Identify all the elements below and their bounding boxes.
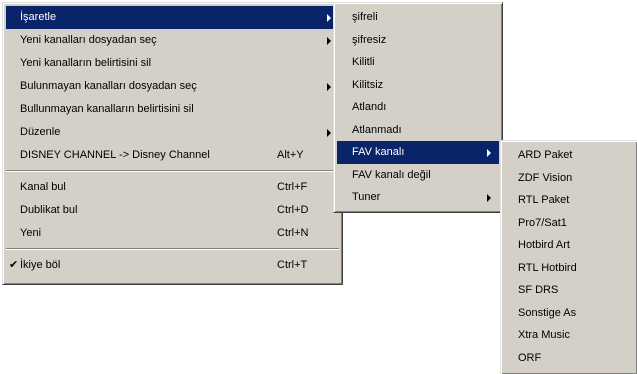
menu-item-label: Bulunmayan kanalları dosyadan seç [20,80,197,92]
menu-item-label: DISNEY CHANNEL -> Disney Channel [20,149,210,161]
menu-item-bulunmayan-belirti-sil[interactable]: Bullunmayan kanalların belirtisini sil [6,98,339,121]
menu-item-label: RTL Paket [518,194,570,206]
menu-item-label: ZDF Vision [518,171,573,184]
menu-item-kilitli[interactable]: Kilitli [337,51,499,74]
menu-item-sf-drs[interactable]: SF DRS [504,279,634,302]
menu-item-yeni[interactable]: Yeni Ctrl+N [6,222,339,245]
menu-item-xtra-music[interactable]: Xtra Music [504,324,634,347]
menu-item-dublikat-bul[interactable]: Dublikat bul Ctrl+D [6,199,339,222]
menu-item-label: Xtra Music [518,329,570,341]
menu-item-label: Kilitli [352,56,375,68]
menu-item-label: İşaretle [20,11,57,23]
submenu-arrow-icon [327,37,331,45]
menu-item-label: RTL Hotbird [518,261,577,274]
menu-item-label: Düzenle [20,126,61,138]
menu-item-label: Yeni kanalları dosyadan seç [20,34,157,46]
menu-item-label: Yeni kanalların belirtisini sil [20,57,152,69]
menu-item-label: Pro7/Sat1 [518,216,567,229]
menu-item-yeni-kanallari-sec[interactable]: Yeni kanalları dosyadan seç [6,29,339,52]
menu-item-rtl-paket[interactable]: RTL Paket [504,189,634,212]
menu-item-label: Bullunmayan kanalların belirtisini sil [20,103,194,115]
check-icon: ✔ [9,259,19,271]
menu-item-label: Tuner [352,191,381,203]
menu-item-shortcut: Ctrl+D [277,204,309,216]
menu-item-tuner[interactable]: Tuner [337,186,499,209]
menu-item-label: Yeni [20,227,42,239]
menu-item-label: FAV kanalı [352,146,405,158]
menu-item-label: İkiye böl [20,259,61,271]
menu-item-label: Atlanmadı [352,123,402,136]
menu-item-ard-paket[interactable]: ARD Paket [504,144,634,167]
menu-item-pro7-sat1[interactable]: Pro7/Sat1 [504,212,634,235]
menu-item-label: SF DRS [518,284,559,296]
menu-item-sifreli[interactable]: şifreli [337,6,499,29]
submenu-arrow-icon [327,129,331,137]
menu-item-label: ARD Paket [518,149,573,161]
menu-item-shortcut: Alt+Y [277,149,304,161]
menu-item-hotbird-art[interactable]: Hotbird Art [504,234,634,257]
menu-item-disney-rename[interactable]: DISNEY CHANNEL -> Disney Channel Alt+Y [6,144,339,167]
isaretle-submenu: şifreli şifresiz Kilitli Kilitsiz Atland… [333,2,503,213]
context-menu: İşaretle Yeni kanalları dosyadan seç Yen… [2,2,343,285]
menu-item-yeni-belirti-sil[interactable]: Yeni kanalların belirtisini sil [6,52,339,75]
menu-item-label: Atlandı [352,101,387,113]
menu-item-isaretle[interactable]: İşaretle [6,6,339,29]
menu-item-label: FAV kanalı değil [352,168,431,181]
fav-submenu: ARD Paket ZDF Vision RTL Paket Pro7/Sat1… [500,140,637,374]
menu-item-zdf-vision[interactable]: ZDF Vision [504,167,634,190]
menu-item-orf[interactable]: ORF [504,347,634,370]
menu-item-label: Dublikat bul [20,204,78,216]
menu-item-label: Kanal bul [20,181,66,193]
menu-separator [6,248,339,250]
menu-item-label: ORF [518,351,542,364]
submenu-arrow-icon [487,149,491,157]
menu-item-sifresiz[interactable]: şifresiz [337,29,499,52]
menu-item-shortcut: Ctrl+N [277,227,309,239]
menu-item-bulunmayan-sec[interactable]: Bulunmayan kanalları dosyadan seç [6,75,339,98]
submenu-arrow-icon [327,83,331,91]
menu-item-label: Sonstige As [518,306,577,319]
menu-item-label: şifresiz [352,33,387,46]
menu-item-label: Kilitsiz [352,78,384,91]
menu-item-shortcut: Ctrl+T [277,259,308,271]
menu-item-ikiye-bol[interactable]: ✔ İkiye böl Ctrl+T [6,254,339,277]
menu-item-shortcut: Ctrl+F [277,181,308,193]
submenu-arrow-icon [327,14,331,22]
menu-item-sonstige-as[interactable]: Sonstige As [504,302,634,325]
menu-item-atlanmadi[interactable]: Atlanmadı [337,119,499,142]
menu-item-atlandi[interactable]: Atlandı [337,96,499,119]
menu-item-label: şifreli [352,11,378,23]
menu-item-fav-kanali-degil[interactable]: FAV kanalı değil [337,164,499,187]
menu-item-rtl-hotbird[interactable]: RTL Hotbird [504,257,634,280]
menu-item-fav-kanali[interactable]: FAV kanalı [337,141,499,164]
menu-item-kanal-bul[interactable]: Kanal bul Ctrl+F [6,176,339,199]
menu-separator [6,170,339,172]
menu-item-duzenle[interactable]: Düzenle [6,121,339,144]
submenu-arrow-icon [487,194,491,202]
menu-item-label: Hotbird Art [518,239,570,251]
menu-item-kilitsiz[interactable]: Kilitsiz [337,74,499,97]
